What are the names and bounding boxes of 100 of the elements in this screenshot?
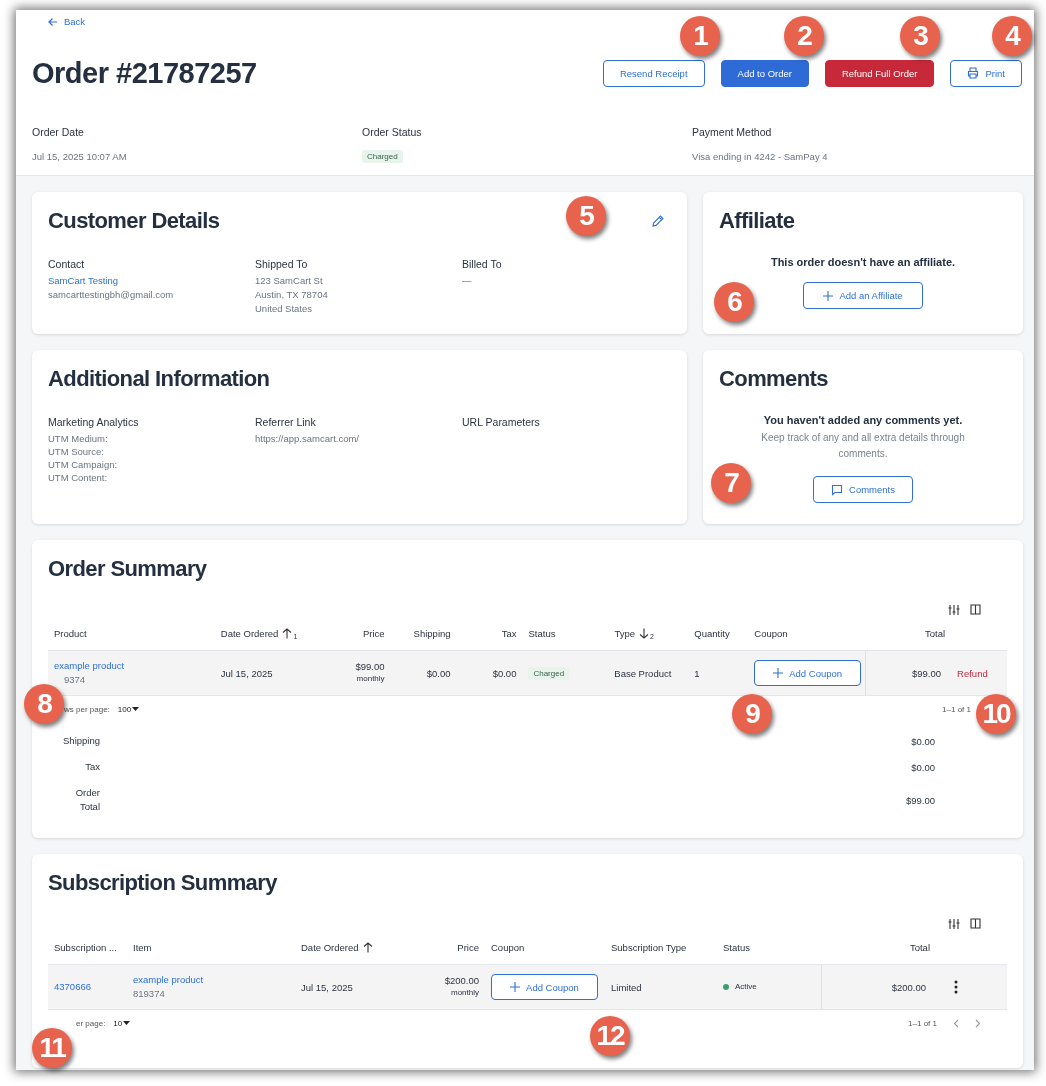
column-header[interactable]: Date Ordered bbox=[220, 627, 279, 639]
column-header[interactable]: Price bbox=[457, 941, 479, 953]
total-value: $0.00 bbox=[911, 735, 935, 747]
status-text: Active bbox=[735, 981, 757, 993]
field-value: UTM Campaign: bbox=[48, 458, 119, 471]
rows-per-page-select[interactable]: 10 bbox=[113, 1018, 131, 1028]
column-header[interactable]: Product bbox=[54, 627, 87, 639]
meta-label: Order Status bbox=[362, 125, 422, 138]
product-link[interactable]: example product bbox=[54, 659, 209, 673]
add-coupon-button[interactable]: Add Coupon bbox=[754, 660, 862, 686]
table-cell-text: Jul 15, 2025 bbox=[300, 981, 354, 993]
table-cell-text: 1 bbox=[693, 667, 701, 679]
table-cell: $200.00 bbox=[821, 965, 936, 1009]
column-header[interactable]: Subscription ... bbox=[54, 941, 117, 953]
table-cell-text: $0.00 bbox=[425, 667, 452, 679]
field-value: https://app.samcart.com/ bbox=[255, 432, 360, 445]
action-button[interactable]: Refund Full Order bbox=[824, 59, 935, 87]
back-link[interactable]: Back bbox=[48, 16, 86, 27]
column-header[interactable]: Shipping bbox=[413, 627, 451, 639]
card-title: Customer Details bbox=[48, 208, 220, 234]
card-title: Order Summary bbox=[48, 556, 208, 582]
period-text: monthly bbox=[356, 672, 385, 685]
contact-link[interactable]: SamCart Testing bbox=[48, 274, 255, 288]
status-badge: Charged bbox=[528, 666, 570, 680]
card-title: Subscription Summary bbox=[48, 870, 279, 896]
column-header[interactable]: Item bbox=[133, 941, 152, 953]
meta-label: Order Date bbox=[32, 125, 84, 138]
kebab-menu-icon[interactable] bbox=[954, 980, 958, 994]
chevron-left-icon[interactable] bbox=[953, 1018, 959, 1028]
field-value: UTM Content: bbox=[48, 471, 109, 484]
total-value: $0.00 bbox=[911, 761, 935, 773]
column-header[interactable]: Status bbox=[723, 941, 750, 953]
action-button[interactable]: Resend Receipt bbox=[602, 59, 705, 87]
field-value: samcarttestingbh@gmail.com bbox=[48, 288, 175, 302]
column-header[interactable]: Quantity bbox=[694, 627, 730, 639]
rows-per-page-label: ws per page: bbox=[64, 704, 110, 714]
table-cell-text: Jul 15, 2025 bbox=[219, 667, 274, 679]
table-cell-text: $0.00 bbox=[491, 667, 518, 679]
action-button[interactable]: Print bbox=[950, 59, 1022, 87]
product-link[interactable]: example product bbox=[133, 973, 289, 987]
sku-text: 819374 bbox=[133, 987, 166, 1001]
sliders-icon[interactable] bbox=[948, 604, 960, 616]
arrow-down-icon[interactable] bbox=[639, 627, 649, 639]
table-cell: $99.00 bbox=[865, 651, 952, 695]
period-text: monthly bbox=[451, 986, 479, 999]
column-header[interactable]: Total bbox=[924, 627, 946, 639]
price-text: $200.00 bbox=[444, 974, 479, 986]
arrow-up-icon[interactable] bbox=[282, 627, 293, 639]
chevron-right-icon[interactable] bbox=[975, 1018, 981, 1028]
status-badge: Charged bbox=[362, 149, 403, 163]
edit-icon[interactable] bbox=[651, 214, 665, 228]
column-header[interactable]: Date Ordered bbox=[301, 941, 359, 953]
speech-bubble-icon bbox=[831, 483, 844, 496]
subscription-link[interactable]: 4370666 bbox=[54, 980, 121, 994]
card-title: Comments bbox=[719, 366, 828, 392]
card-title: Affiliate bbox=[719, 208, 795, 234]
field-label: Contact bbox=[48, 258, 86, 270]
callout-number: 8 bbox=[24, 684, 64, 724]
field-value: 123 SamCart St bbox=[255, 274, 324, 288]
pagination-text: 1–1 of 1 bbox=[942, 704, 971, 714]
columns-icon[interactable] bbox=[970, 604, 981, 615]
meta-value: Jul 15, 2025 10:07 AM bbox=[32, 149, 127, 164]
total-label: Shipping bbox=[62, 734, 100, 748]
refund-link[interactable]: Refund bbox=[957, 667, 1001, 679]
sliders-icon[interactable] bbox=[948, 918, 960, 930]
table-cell-text: Base Product bbox=[613, 667, 673, 679]
arrow-left-icon bbox=[48, 16, 58, 27]
field-value: UTM Source: bbox=[48, 445, 105, 458]
caret-icon bbox=[132, 706, 140, 712]
rows-per-page-label: er page: bbox=[76, 1018, 106, 1028]
column-header[interactable]: Tax bbox=[501, 627, 517, 639]
total-label: Order Total bbox=[74, 786, 100, 814]
plus-icon bbox=[773, 668, 784, 678]
column-header[interactable]: Total bbox=[909, 941, 930, 953]
total-value: $99.00 bbox=[905, 794, 935, 806]
comments-button[interactable]: Comments bbox=[813, 476, 913, 503]
field-label: Marketing Analytics bbox=[48, 416, 140, 428]
column-header[interactable]: Price bbox=[362, 627, 385, 639]
price-text: $99.00 bbox=[355, 660, 385, 672]
printer-icon bbox=[967, 67, 980, 79]
column-header[interactable]: Coupon bbox=[754, 627, 788, 639]
add-affiliate-button[interactable]: Add an Affiliate bbox=[803, 282, 923, 309]
column-header[interactable]: Coupon bbox=[491, 941, 525, 953]
table-cell-text: Limited bbox=[610, 981, 643, 993]
hint-text: Keep track of any and all extra details through comments. bbox=[760, 431, 966, 461]
sku-text: 9374 bbox=[63, 673, 87, 687]
column-header[interactable]: Type bbox=[614, 627, 635, 639]
arrow-up-icon[interactable] bbox=[362, 941, 373, 953]
column-header[interactable]: Subscription Type bbox=[611, 941, 687, 953]
column-header[interactable]: Status bbox=[528, 627, 556, 639]
add-coupon-button[interactable]: Add Coupon bbox=[491, 974, 598, 1000]
rows-per-page-select[interactable]: 100 bbox=[117, 704, 140, 714]
empty-message: This order doesn't have an affiliate. bbox=[770, 256, 956, 268]
field-value: UTM Medium: bbox=[48, 432, 109, 445]
caret-icon bbox=[123, 1020, 131, 1026]
field-label: URL Parameters bbox=[462, 416, 541, 428]
action-button[interactable]: Add to Order bbox=[720, 59, 809, 87]
field-label: Billed To bbox=[462, 258, 503, 270]
columns-icon[interactable] bbox=[970, 918, 981, 929]
pagination-text: 1–1 of 1 bbox=[908, 1018, 937, 1028]
